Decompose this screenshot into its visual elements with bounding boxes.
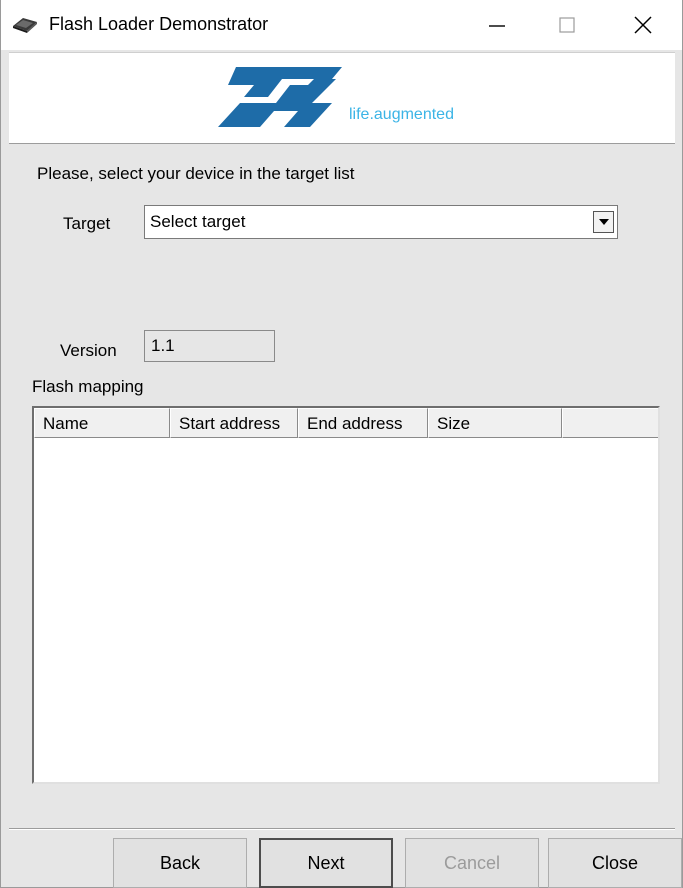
close-icon: [634, 16, 652, 34]
column-header-end-address[interactable]: End address: [298, 408, 428, 438]
column-header-empty[interactable]: [562, 408, 658, 438]
close-button[interactable]: Close: [548, 838, 682, 888]
cancel-button[interactable]: Cancel: [405, 838, 539, 888]
minimize-button[interactable]: [466, 0, 528, 50]
chevron-down-icon: [598, 219, 609, 225]
column-header-name[interactable]: Name: [34, 408, 170, 438]
next-button[interactable]: Next: [259, 838, 393, 888]
back-button[interactable]: Back: [113, 838, 247, 888]
target-select-value: Select target: [150, 212, 246, 231]
flash-mapping-label: Flash mapping: [32, 377, 144, 396]
window-title: Flash Loader Demonstrator: [49, 14, 269, 34]
version-label: Version: [60, 341, 117, 360]
title-bar: Flash Loader Demonstrator: [1, 0, 682, 50]
version-value: 1.1: [151, 336, 175, 355]
instruction-text: Please, select your device in the target…: [37, 164, 355, 183]
maximize-icon: [559, 17, 575, 33]
column-header-start-address[interactable]: Start address: [170, 408, 298, 438]
target-label: Target: [63, 214, 111, 233]
list-header: Name Start address End address Size: [34, 408, 658, 438]
app-window: Flash Loader Demonstrator life.augmented…: [0, 0, 683, 888]
app-chip-icon: [13, 18, 37, 33]
version-field: 1.1: [144, 330, 275, 362]
minimize-icon: [489, 25, 505, 27]
close-window-button[interactable]: [612, 0, 674, 50]
column-header-size[interactable]: Size: [428, 408, 562, 438]
brand-tagline: life.augmented: [349, 106, 454, 123]
brand-banner: life.augmented: [9, 52, 675, 144]
footer-divider-highlight: [9, 829, 675, 830]
flash-mapping-list[interactable]: Name Start address End address Size: [32, 406, 660, 784]
st-logo: [218, 67, 342, 127]
target-select[interactable]: Select target: [144, 205, 618, 239]
maximize-button[interactable]: [536, 0, 598, 50]
dropdown-arrow-button[interactable]: [593, 211, 614, 233]
